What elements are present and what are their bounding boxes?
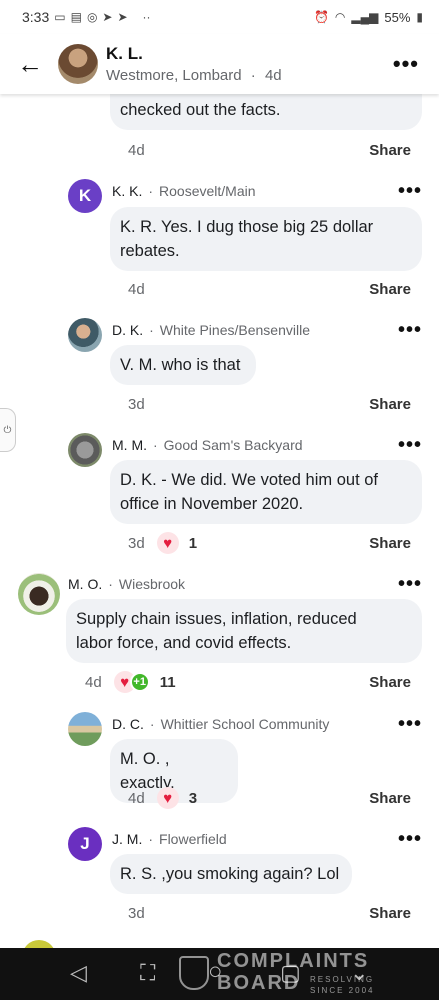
telegram-icon-2: ➤ [117,10,128,24]
author-location: Westmore, Lombard [106,67,242,84]
heart-reaction-icon[interactable]: ♥ [156,787,179,809]
comment-bubble[interactable]: R. S. ,you smoking again? Lol [110,854,352,894]
comment-actions: 4d [128,142,145,159]
battery-percent: 55% [384,9,411,25]
reaction-count[interactable]: 1 [189,535,197,552]
comment-meta: M. O. · Wiesbrook [68,576,186,592]
post-header: ← K. L. Westmore, Lombard · 4d ••• [0,34,439,94]
share-button[interactable]: Share [369,396,411,413]
avatar[interactable]: J [68,827,102,861]
comment-meta: D. C. · Whittier School Community [112,716,330,732]
comment-time: 4d [128,281,145,298]
comment-actions: 3d [128,905,145,922]
side-panel-handle[interactable]: ⏻ [0,408,16,452]
more-options-icon[interactable]: ••• [398,828,422,851]
share-button[interactable]: Share [369,674,411,691]
comment-meta: J. M. · Flowerfield [112,831,227,847]
comment-actions: 4d ♥ +1 11 [85,671,176,693]
watermark-line1: COMPLAINTS [217,950,370,972]
alarm-icon: ⏰ [313,10,329,24]
comment-bubble[interactable]: K. R. Yes. I dug those big 25 dollar reb… [110,207,422,271]
share-button[interactable]: Share [369,142,411,159]
commenter-location: Whittier School Community [160,716,330,732]
telegram-icon: ➤ [102,10,113,24]
watermark: COMPLAINTS BOARD RESOLVING SINCE 2004 [175,948,405,1000]
back-nav-icon[interactable]: ◁ [70,960,87,986]
comment-text: checked out the facts. [120,101,281,119]
author-meta: Westmore, Lombard · 4d [106,67,282,84]
commenter-location: Good Sam's Backyard [163,437,303,453]
share-button[interactable]: Share [369,535,411,552]
comment-bubble[interactable]: Supply chain issues, inflation, reduced … [66,599,422,663]
wifi-icon: ◠ [334,10,346,24]
avatar[interactable] [68,318,102,352]
plus-one-reaction-icon[interactable]: +1 [129,672,150,692]
author-name[interactable]: K. L. [106,44,282,64]
comment-actions: 4d ♥ 3 [128,787,197,809]
commenter-name[interactable]: D. K. [112,322,143,338]
comment-time: 3d [128,905,145,922]
whatsapp-icon: ◎ [86,10,98,24]
commenter-location: Roosevelt/Main [159,183,256,199]
avatar[interactable] [68,433,102,467]
message-icon: ▭ [54,10,66,24]
comment-bubble[interactable]: V. M. who is that [110,345,256,385]
heart-reaction-icon[interactable]: ♥ [156,532,179,554]
clock: 3:33 [22,9,50,25]
battery-icon: ▮ [416,10,423,24]
reaction-count[interactable]: 3 [189,790,197,807]
more-options-icon[interactable]: ••• [398,573,422,596]
commenter-location: Wiesbrook [118,576,186,592]
post-age: 4d [264,67,282,84]
reaction-count[interactable]: 11 [160,674,176,691]
comment-actions: 3d ♥ 1 [128,532,197,554]
comment-bubble[interactable]: D. K. - We did. We voted him out of offi… [110,460,422,524]
more-options-icon[interactable]: ••• [393,51,419,77]
commenter-name[interactable]: D. C. [112,716,144,732]
more-options-icon[interactable]: ••• [398,319,422,342]
avatar[interactable] [18,573,60,615]
comment-time: 4d [128,789,145,807]
signal-icon: ▂▄▆ [351,10,379,24]
share-button[interactable]: Share [369,905,411,922]
news-icon: ▤ [70,10,82,24]
avatar[interactable] [68,712,102,746]
author-avatar[interactable] [58,44,98,84]
comment-meta: M. M. · Good Sam's Backyard [112,437,303,453]
comment-meta: K. K. · Roosevelt/Main [112,183,256,199]
comment-time: 3d [128,396,145,413]
comment-time: 4d [128,142,145,159]
avatar[interactable]: K [68,179,102,213]
watermark-line2: BOARD [217,972,301,994]
watermark-tagline: RESOLVING SINCE 2004 [310,975,375,995]
more-notifications-icon: ·· [142,10,151,24]
share-button[interactable]: Share [369,281,411,298]
share-button[interactable]: Share [369,790,411,807]
commenter-name[interactable]: J. M. [112,831,142,847]
comment-actions: 4d [128,281,145,298]
status-bar: 3:33 ▭ ▤ ◎ ➤ ➤ ·· ⏰ ◠ ▂▄▆ 55% ▮ [0,0,439,34]
screenshot-icon[interactable]: ⛶ [140,960,155,986]
back-arrow-icon[interactable]: ← [0,34,60,94]
commenter-location: Flowerfield [159,831,227,847]
watermark-shield-icon [179,956,209,990]
commenter-name[interactable]: M. M. [112,437,147,453]
comment-time: 4d [85,673,102,691]
comment-meta: D. K. · White Pines/Bensenville [112,322,310,338]
commenter-name[interactable]: M. O. [68,576,102,592]
commenter-name[interactable]: K. K. [112,183,142,199]
comment-actions: 3d [128,396,145,413]
more-options-icon[interactable]: ••• [398,434,422,457]
comment-time: 3d [128,534,145,552]
commenter-location: White Pines/Bensenville [159,322,310,338]
more-options-icon[interactable]: ••• [398,713,422,736]
more-options-icon[interactable]: ••• [398,180,422,203]
